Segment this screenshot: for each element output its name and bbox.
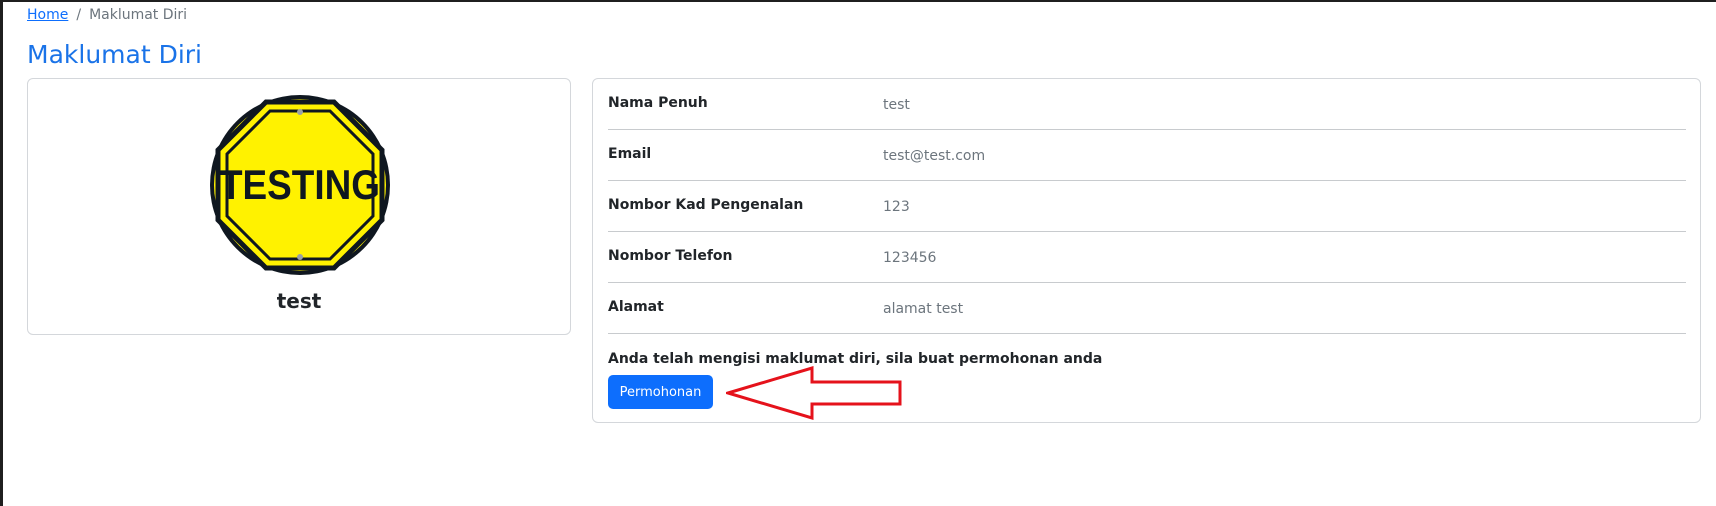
breadcrumb: Home / Maklumat Diri <box>27 7 187 23</box>
completion-notice: Anda telah mengisi maklumat diri, sila b… <box>608 351 1103 367</box>
detail-label: Alamat <box>608 299 664 315</box>
page-frame: Home / Maklumat Diri Maklumat Diri TESTI… <box>0 0 1716 506</box>
testing-sign-image: TESTING <box>210 95 390 275</box>
breadcrumb-home-link[interactable]: Home <box>27 7 68 23</box>
profile-name: test <box>276 289 322 313</box>
breadcrumb-current: Maklumat Diri <box>89 7 188 23</box>
detail-row-full-name: Nama Penuh test <box>608 79 1686 130</box>
detail-label: Nombor Kad Pengenalan <box>608 197 804 213</box>
detail-row-email: Email test@test.com <box>608 130 1686 181</box>
detail-row-phone: Nombor Telefon 123456 <box>608 232 1686 283</box>
permohonan-button[interactable]: Permohonan <box>608 375 713 409</box>
detail-row-ic-number: Nombor Kad Pengenalan 123 <box>608 181 1686 232</box>
detail-value: 123456 <box>883 250 937 266</box>
detail-label: Nama Penuh <box>608 95 708 111</box>
detail-value: test@test.com <box>883 148 986 164</box>
avatar: TESTING <box>209 94 391 276</box>
detail-label: Email <box>608 146 652 162</box>
sign-text: TESTING <box>220 161 380 208</box>
breadcrumb-separator: / <box>76 7 82 23</box>
profile-card: TESTING test <box>27 78 571 335</box>
page-title: Maklumat Diri <box>27 40 202 69</box>
detail-value: test <box>883 97 910 113</box>
detail-label: Nombor Telefon <box>608 248 733 264</box>
detail-value: 123 <box>883 199 910 215</box>
detail-row-address: Alamat alamat test <box>608 283 1686 334</box>
red-arrow-annotation <box>726 366 902 420</box>
detail-value: alamat test <box>883 301 964 317</box>
